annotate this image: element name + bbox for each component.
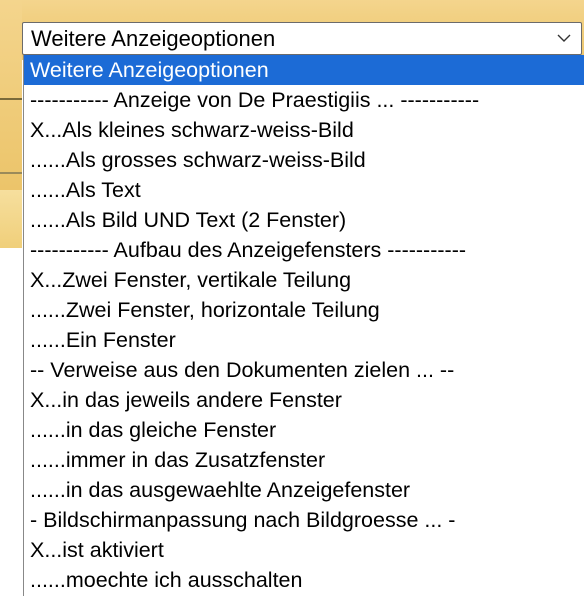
dropdown-option[interactable]: ......Als grosses schwarz-weiss-Bild: [24, 145, 584, 175]
dropdown-option[interactable]: X...ist aktiviert: [24, 535, 584, 565]
dropdown-option[interactable]: ......immer in das Zusatzfenster: [24, 445, 584, 475]
dropdown-option[interactable]: ......Als Bild UND Text (2 Fenster): [24, 205, 584, 235]
page-background-white: [0, 248, 22, 596]
dropdown-option[interactable]: ......Ein Fenster: [24, 325, 584, 355]
page-divider: [0, 172, 22, 174]
dropdown-option[interactable]: - Bildschirmanpassung nach Bildgroesse .…: [24, 505, 584, 535]
chevron-down-icon[interactable]: [557, 34, 571, 44]
dropdown-option[interactable]: ......in das gleiche Fenster: [24, 415, 584, 445]
dropdown-option[interactable]: ----------- Aufbau des Anzeigefensters -…: [24, 235, 584, 265]
dropdown-option[interactable]: -- Verweise aus den Dokumenten zielen ..…: [24, 355, 584, 385]
dropdown-options-list[interactable]: Weitere Anzeigeoptionen ----------- Anze…: [23, 55, 584, 596]
page-divider: [0, 98, 22, 100]
dropdown-option[interactable]: X...Zwei Fenster, vertikale Teilung: [24, 265, 584, 295]
dropdown-option[interactable]: ......Zwei Fenster, horizontale Teilung: [24, 295, 584, 325]
dropdown-option[interactable]: X...in das jeweils andere Fenster: [24, 385, 584, 415]
select-current-value: Weitere Anzeigeoptionen: [31, 25, 276, 51]
dropdown-option[interactable]: ......Als Text: [24, 175, 584, 205]
page-background-block: [0, 190, 22, 248]
dropdown-option-selected[interactable]: Weitere Anzeigeoptionen: [24, 55, 584, 85]
display-options-select[interactable]: Weitere Anzeigeoptionen: [22, 22, 582, 55]
dropdown-option[interactable]: X...Als kleines schwarz-weiss-Bild: [24, 115, 584, 145]
dropdown-option[interactable]: ......moechte ich ausschalten: [24, 565, 584, 595]
dropdown-option[interactable]: ......in das ausgewaehlte Anzeigefenster: [24, 475, 584, 505]
dropdown-option[interactable]: ----------- Anzeige von De Praestigiis .…: [24, 85, 584, 115]
